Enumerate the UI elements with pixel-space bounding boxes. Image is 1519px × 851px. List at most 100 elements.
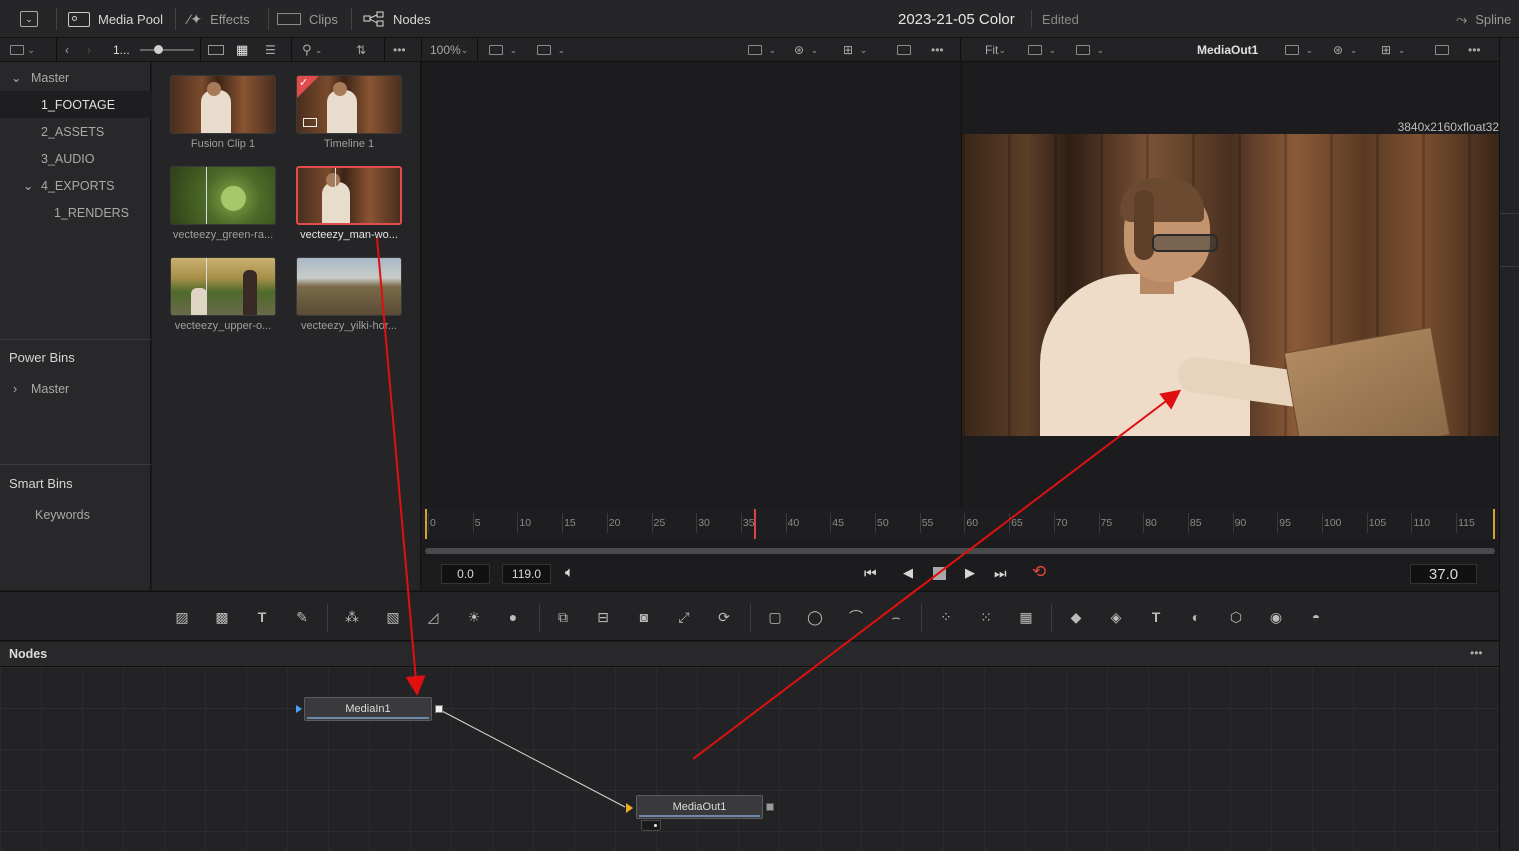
mediain-output-port[interactable] <box>435 705 443 713</box>
right-viewer-roi-button[interactable]: ⌄ <box>1076 38 1104 62</box>
right-viewer-fit[interactable]: Fit ⌄ <box>985 38 1006 62</box>
search-button[interactable]: ⚲ ⌄ <box>302 38 322 62</box>
text-tool-icon[interactable]: T <box>251 606 273 628</box>
color-curves-tool-icon[interactable]: ▧ <box>382 606 404 628</box>
right-viewer-a-button[interactable]: ⌄ <box>1028 38 1056 62</box>
bin-item-3-audio[interactable]: 3_AUDIO <box>0 145 151 172</box>
merge-3d-icon[interactable]: ⬡ <box>1225 606 1247 628</box>
clip-timeline-1[interactable]: ✓ Timeline 1 <box>296 75 402 150</box>
drop-tool-icon[interactable]: ● <box>502 606 524 628</box>
secondary-toolbar: ⌄ ‹ › 1... ▦ ☰ ⚲ ⌄ ⇅ ••• 100% ⌄ ⌄ ⌄ ⌄ ⊛ ⌄… <box>0 38 1519 62</box>
in-point-field[interactable]: 0.0 <box>441 564 490 584</box>
left-viewer-a-button[interactable]: ⌄ <box>489 38 517 62</box>
nodes-button[interactable]: Nodes <box>363 0 431 38</box>
rectangle-mask-icon[interactable]: ▢ <box>764 606 786 628</box>
step-back-icon[interactable]: ◀ <box>903 565 913 581</box>
media-pool-button[interactable]: Media Pool <box>68 0 163 38</box>
go-to-start-icon[interactable]: ⏮ <box>864 565 876 582</box>
power-bin-master[interactable]: › Master <box>0 375 151 402</box>
nodes-options-button[interactable]: ••• <box>1470 646 1483 660</box>
left-viewer[interactable] <box>422 62 960 508</box>
bin-item-1-footage[interactable]: 1_FOOTAGE <box>0 91 151 118</box>
camera-3d-icon[interactable]: ◐ <box>1185 606 1207 628</box>
color-correct-tool-icon[interactable]: ◿ <box>422 606 444 628</box>
blur-tool-icon[interactable]: ⁂ <box>341 606 363 628</box>
right-viewer-lut-button[interactable]: ⌄ <box>1285 38 1313 62</box>
list-view-button[interactable]: ☰ <box>265 38 276 62</box>
bin-master[interactable]: ⌄ Master <box>0 64 151 91</box>
bin-item-2-assets[interactable]: 2_ASSETS <box>0 118 151 145</box>
transform-tool-icon[interactable]: ⟳ <box>713 606 735 628</box>
left-viewer-roi-button[interactable]: ⌄ <box>537 38 565 62</box>
ruler-tick <box>919 513 921 533</box>
particle-emitter-icon[interactable]: ⁘ <box>935 606 957 628</box>
left-viewer-options-button[interactable]: ••• <box>931 38 944 62</box>
timeline-ruler[interactable]: 0 5 10 15 20 25 30 35 40 45 50 55 60 65 70 75 80 85 90 95 10… <box>422 508 1499 540</box>
play-icon[interactable]: ▶ <box>965 565 975 581</box>
right-viewer-frame-button[interactable] <box>1435 38 1449 62</box>
loop-icon[interactable]: ⟲ <box>1032 562 1046 582</box>
workspace-menu-button[interactable]: ⌄ <box>20 0 38 38</box>
left-viewer-lut-button[interactable]: ⌄ <box>748 38 776 62</box>
thumbnail-size-slider[interactable] <box>140 38 194 62</box>
ruler-tick <box>562 513 564 533</box>
spotlight-3d-icon[interactable]: ◉ <box>1265 606 1287 628</box>
left-viewer-channels-button[interactable]: ⊛ ⌄ <box>794 38 818 62</box>
clips-button[interactable]: Clips <box>277 0 338 38</box>
sort-button[interactable]: ⇅ <box>356 38 366 62</box>
clip-yilki-hor[interactable]: vecteezy_yilki-hor... <box>296 257 402 332</box>
clip-fusion-clip-1[interactable]: Fusion Clip 1 <box>170 75 276 150</box>
out-point-field[interactable]: 119.0 <box>502 564 551 584</box>
renderer-3d-icon[interactable]: ◓ <box>1305 606 1327 628</box>
background-tool-icon[interactable]: ▨ <box>171 606 193 628</box>
thumbnail-view-button[interactable]: ▦ <box>236 38 248 62</box>
node-mediaout1[interactable]: MediaOut1 <box>636 795 763 819</box>
resize-tool-icon[interactable]: ⤢ <box>673 606 695 628</box>
media-options-button[interactable]: ••• <box>393 38 406 62</box>
panel-toggle-button[interactable]: ⌄ <box>10 38 35 62</box>
node-mediain1[interactable]: MediaIn1 <box>304 697 432 721</box>
bin-item-1-renders[interactable]: 1_RENDERS <box>0 199 151 226</box>
shape-3d-icon[interactable]: ◈ <box>1105 606 1127 628</box>
metadata-view-button[interactable] <box>208 38 224 62</box>
right-viewer-channels-button[interactable]: ⊛ ⌄ <box>1333 38 1357 62</box>
spline-icon: ⤳ <box>1456 10 1468 27</box>
fastnoise-tool-icon[interactable]: ▩ <box>211 606 233 628</box>
current-frame-field[interactable]: 37.0 <box>1410 564 1477 584</box>
nodes-canvas[interactable]: MediaIn1 MediaOut1 <box>0 667 1499 851</box>
loader-tool-icon[interactable]: ◙ <box>633 606 655 628</box>
scrub-bar[interactable] <box>425 548 1495 554</box>
smart-bin-keywords[interactable]: Keywords <box>0 501 151 528</box>
right-viewer-options-button[interactable]: ••• <box>1468 38 1481 62</box>
left-viewer-grid-button[interactable]: ⊞ ⌄ <box>843 38 867 62</box>
polygon-mask-icon[interactable]: ⌒ <box>845 606 867 628</box>
back-button[interactable]: ‹ <box>65 38 69 62</box>
effects-button[interactable]: ⁄✦ Effects <box>188 0 250 38</box>
clip-upper-o[interactable]: vecteezy_upper-o... <box>170 257 276 332</box>
bin-item-4-exports[interactable]: ⌄ 4_EXPORTS <box>0 172 151 199</box>
matte-control-tool-icon[interactable]: ⊟ <box>592 606 614 628</box>
clip-green-ra[interactable]: vecteezy_green-ra... <box>170 166 276 241</box>
forward-button[interactable]: › <box>87 38 91 62</box>
stop-icon[interactable] <box>933 567 946 580</box>
volume-icon[interactable]: 🔈︎ <box>565 564 574 581</box>
go-to-end-icon[interactable]: ⏭ <box>994 565 1007 582</box>
right-viewer[interactable]: 3840x2160xfloat32 <box>961 62 1499 508</box>
bspline-mask-icon[interactable]: ⌢ <box>885 606 907 628</box>
left-viewer-zoom[interactable]: 100% ⌄ <box>430 38 468 62</box>
clip-man-wo[interactable]: vecteezy_man-wo... <box>296 166 402 241</box>
spline-button[interactable]: ⤳ Spline <box>1456 0 1511 38</box>
left-viewer-frame-button[interactable] <box>897 38 911 62</box>
ellipse-mask-icon[interactable]: ◯ <box>804 606 826 628</box>
merge-tool-icon[interactable]: ⧉ <box>552 606 574 628</box>
playhead[interactable] <box>754 509 756 539</box>
mediaout-output-port[interactable] <box>766 803 774 811</box>
paint-tool-icon[interactable]: ✎ <box>291 606 313 628</box>
text-3d-icon[interactable]: T <box>1145 606 1167 628</box>
lut-icon <box>748 45 762 55</box>
right-viewer-grid-button[interactable]: ⊞ ⌄ <box>1381 38 1405 62</box>
brightness-tool-icon[interactable]: ☀ <box>463 606 485 628</box>
particle-render-icon[interactable]: ⁙ <box>975 606 997 628</box>
particle-merge-icon[interactable]: ▦ <box>1015 606 1037 628</box>
image-plane-3d-icon[interactable]: ◆ <box>1065 606 1087 628</box>
